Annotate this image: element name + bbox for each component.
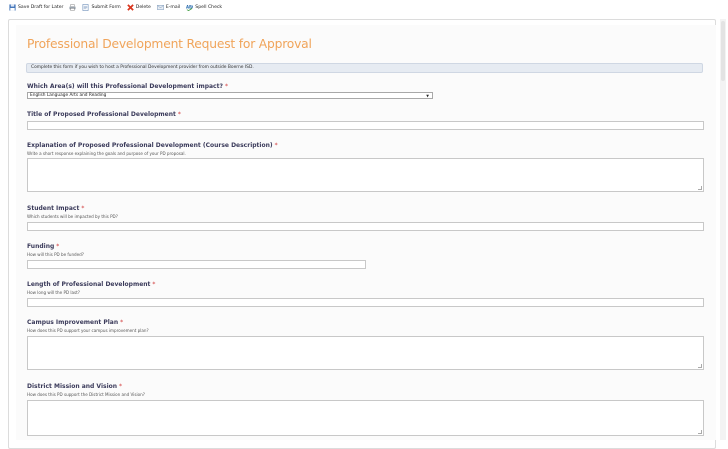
area-label-text: Which Area(s) will this Professional Dev… xyxy=(27,83,223,90)
spell-check-icon: ABC xyxy=(186,4,193,11)
toolbar: Save Draft for Later Submit Form Delete … xyxy=(0,0,728,14)
mission-label-text: District Mission and Vision xyxy=(27,383,118,390)
pd-title-label-text: Title of Proposed Professional Developme… xyxy=(27,111,176,118)
mission-textarea[interactable] xyxy=(27,400,704,436)
length-hint: How long will the PD last? xyxy=(27,290,80,295)
required-marker: * xyxy=(81,205,85,212)
area-label: Which Area(s) will this Professional Dev… xyxy=(27,83,228,90)
campus-plan-textarea[interactable] xyxy=(27,336,704,370)
campus-plan-hint: How does this PD support your campus imp… xyxy=(27,328,149,333)
campus-plan-label: Campus Improvement Plan * xyxy=(27,319,123,326)
delete-label: Delete xyxy=(135,4,151,10)
area-selected-value: English Language Arts and Reading xyxy=(30,93,107,98)
mission-label: District Mission and Vision * xyxy=(27,383,122,390)
submit-document-icon xyxy=(83,3,89,11)
required-marker: * xyxy=(177,111,181,118)
dropdown-arrow-icon: ▼ xyxy=(426,94,429,98)
resize-grip-icon[interactable] xyxy=(698,186,702,190)
explanation-label: Explanation of Proposed Professional Dev… xyxy=(27,142,278,149)
mission-hint: How does this PD support the District Mi… xyxy=(27,392,145,397)
pd-title-label: Title of Proposed Professional Developme… xyxy=(27,111,181,118)
printer-icon xyxy=(69,3,77,11)
length-label-text: Length of Professional Development xyxy=(27,281,151,288)
funding-hint: How will this PD be funded? xyxy=(27,252,84,257)
student-impact-label-text: Student Impact xyxy=(27,205,80,212)
required-marker: * xyxy=(119,383,123,390)
red-x-icon xyxy=(127,3,134,11)
resize-grip-icon[interactable] xyxy=(698,430,702,434)
student-impact-hint: Which students will be impacted by this … xyxy=(27,214,118,219)
required-marker: * xyxy=(274,142,278,149)
explanation-hint: Write a short response explaining the go… xyxy=(27,151,186,156)
resize-grip-icon[interactable] xyxy=(698,364,702,368)
required-marker: * xyxy=(120,319,124,326)
print-button[interactable] xyxy=(69,3,77,11)
student-impact-input[interactable] xyxy=(27,222,704,231)
campus-plan-label-text: Campus Improvement Plan xyxy=(27,319,119,326)
floppy-disk-icon xyxy=(9,3,16,11)
spell-check-label: Spell Check xyxy=(195,4,223,10)
explanation-label-text: Explanation of Proposed Professional Dev… xyxy=(27,142,273,149)
scrollbar-thumb[interactable] xyxy=(721,21,725,81)
area-select[interactable]: English Language Arts and Reading ▼ xyxy=(27,92,433,99)
funding-input[interactable] xyxy=(27,260,366,269)
required-marker: * xyxy=(152,281,156,288)
pd-title-input[interactable] xyxy=(27,121,704,130)
required-marker: * xyxy=(224,83,228,90)
save-draft-button[interactable]: Save Draft for Later xyxy=(9,3,64,11)
explanation-textarea[interactable] xyxy=(27,158,704,192)
delete-button[interactable]: Delete xyxy=(127,3,151,11)
funding-label: Funding * xyxy=(27,243,59,250)
email-button[interactable]: E-mail xyxy=(157,4,180,11)
student-impact-label: Student Impact * xyxy=(27,205,84,212)
vertical-scrollbar[interactable] xyxy=(720,19,726,440)
submit-form-button[interactable]: Submit Form xyxy=(82,3,121,11)
form-notice: Complete this form if you wish to host a… xyxy=(26,63,703,73)
required-marker: * xyxy=(56,243,60,250)
email-label: E-mail xyxy=(165,4,181,10)
form-title: Professional Development Request for App… xyxy=(27,37,312,51)
spell-check-button[interactable]: ABC Spell Check xyxy=(186,4,222,11)
length-label: Length of Professional Development * xyxy=(27,281,155,288)
envelope-icon xyxy=(157,4,164,10)
submit-form-label: Submit Form xyxy=(91,4,121,10)
funding-label-text: Funding xyxy=(27,243,55,250)
save-draft-label: Save Draft for Later xyxy=(18,4,64,10)
length-input[interactable] xyxy=(27,298,704,307)
